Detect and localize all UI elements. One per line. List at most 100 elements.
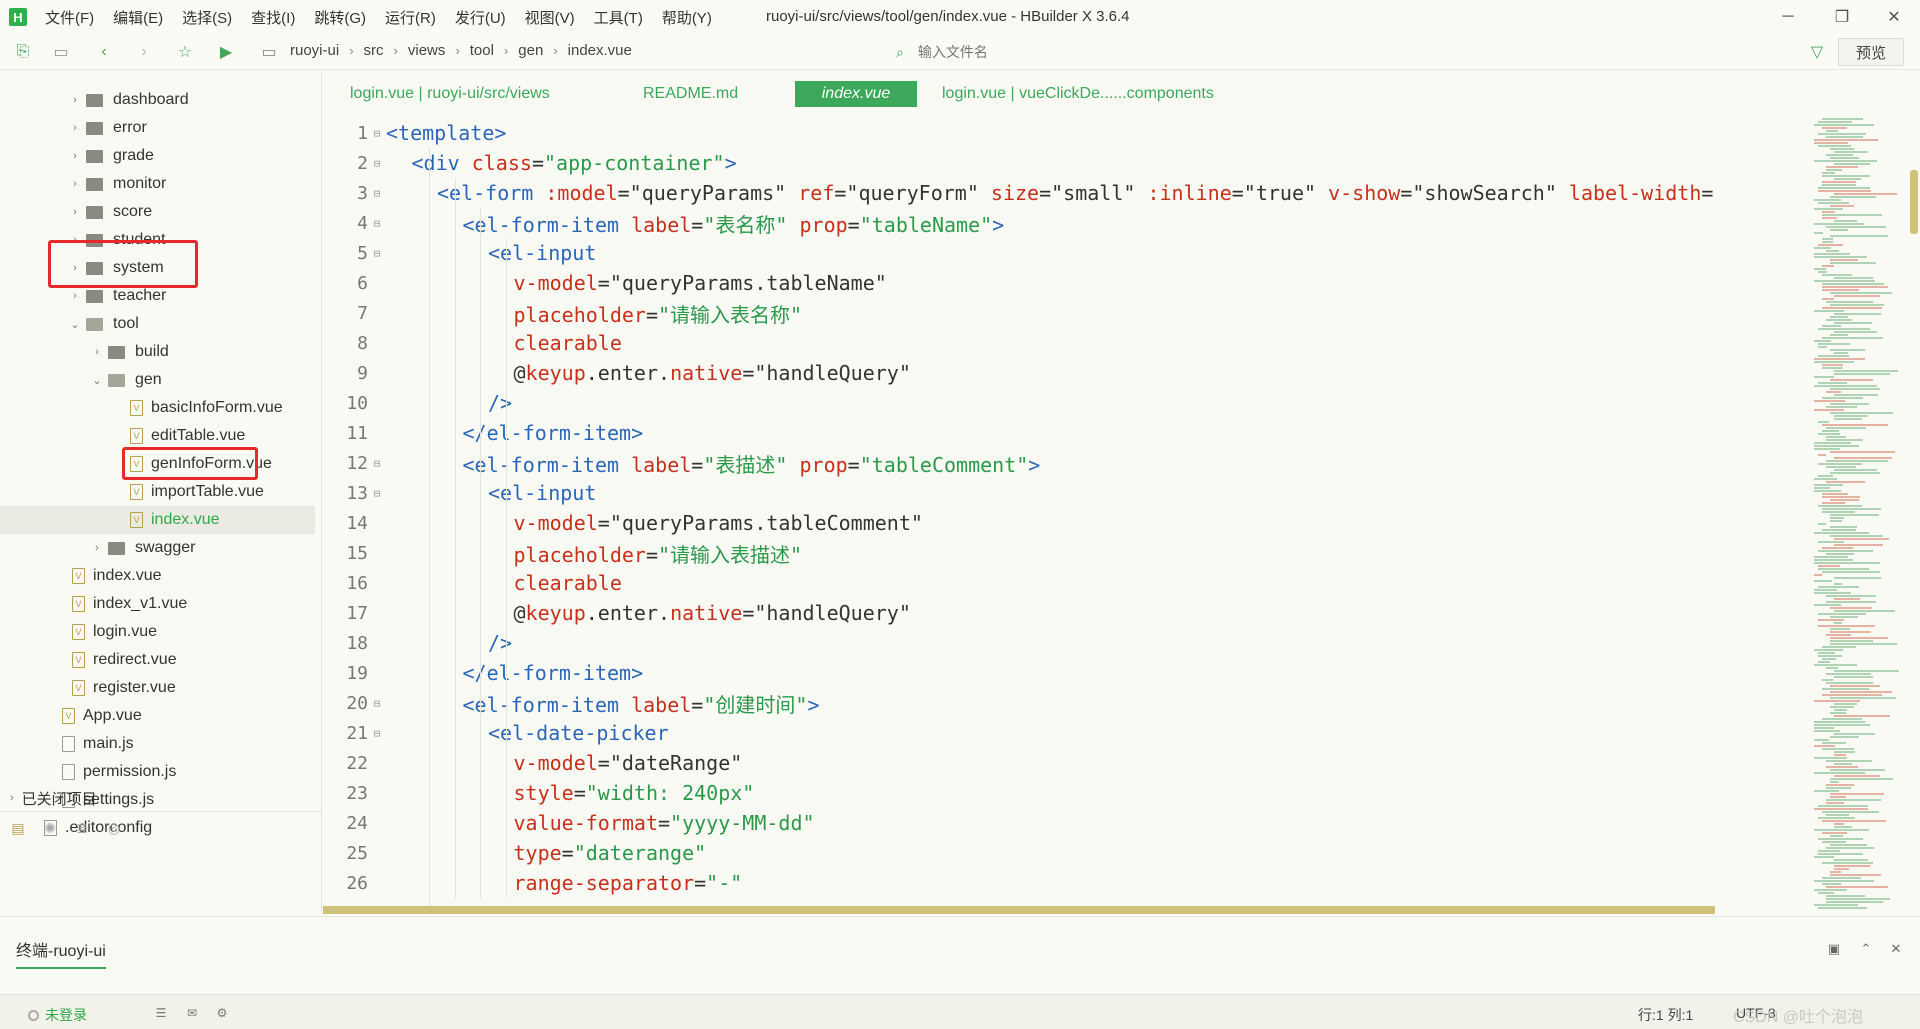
fold-icon[interactable]: ⊟ — [368, 697, 386, 710]
editor-tab[interactable]: README.md — [643, 81, 753, 107]
project-manager-icon[interactable]: ▤ — [8, 819, 28, 839]
chevron-right-icon[interactable]: › — [68, 122, 82, 134]
tree-folder[interactable]: › score — [0, 198, 315, 226]
menu-item[interactable]: 文件(F) — [45, 7, 94, 28]
settings-icon[interactable]: ⚙ — [213, 1005, 231, 1021]
terminal-new-icon[interactable]: ▣ — [1824, 939, 1844, 959]
run-icon[interactable]: ▶ — [215, 41, 237, 63]
chevron-right-icon[interactable]: › — [90, 346, 104, 358]
login-status[interactable]: 未登录 — [28, 1005, 87, 1025]
preview-button[interactable]: 预览 — [1838, 38, 1904, 66]
forward-arrow-icon[interactable]: › — [133, 41, 155, 63]
tree-folder[interactable]: › swagger — [0, 534, 315, 562]
minimap-line — [1822, 493, 1848, 495]
tree-folder[interactable]: ⌄ gen — [0, 366, 315, 394]
tree-file[interactable]: permission.js — [0, 758, 315, 786]
breadcrumb-item[interactable]: tool — [470, 42, 494, 59]
chevron-right-icon[interactable]: › — [68, 290, 82, 302]
filter-icon[interactable]: ▽ — [1806, 41, 1828, 63]
tree-file[interactable]: V App.vue — [0, 702, 315, 730]
chevron-right-icon[interactable]: › — [68, 178, 82, 190]
tree-file[interactable]: Vregister.vue — [0, 674, 315, 702]
tree-file[interactable]: VeditTable.vue — [0, 422, 315, 450]
list-icon[interactable]: ☰ — [152, 1005, 170, 1021]
close-panel-icon[interactable]: ✕ — [1886, 939, 1906, 959]
breadcrumb-item[interactable]: ruoyi-ui — [290, 42, 339, 59]
plugin-icon[interactable]: ◎ — [104, 819, 124, 839]
tree-file[interactable]: Vindex_v1.vue — [0, 590, 315, 618]
close-icon[interactable]: ✕ — [1874, 4, 1914, 30]
fold-icon[interactable]: ⊟ — [368, 487, 386, 500]
minimap[interactable] — [1808, 118, 1912, 912]
tree-file[interactable]: VbasicInfoForm.vue — [0, 394, 315, 422]
fold-icon[interactable]: ⊟ — [368, 457, 386, 470]
tree-folder[interactable]: › monitor — [0, 170, 315, 198]
chevron-right-icon[interactable]: › — [90, 542, 104, 554]
tree-folder[interactable]: › error — [0, 114, 315, 142]
chevron-right-icon[interactable]: › — [68, 150, 82, 162]
tree-file[interactable]: VimportTable.vue — [0, 478, 315, 506]
tree-folder[interactable]: › dashboard — [0, 86, 315, 114]
line-number: 19 — [346, 662, 368, 684]
fold-icon[interactable]: ⊟ — [368, 727, 386, 740]
vertical-scrollbar[interactable] — [1910, 170, 1918, 234]
tree-file[interactable]: Vindex.vue — [0, 506, 315, 534]
tree-file[interactable]: Vlogin.vue — [0, 618, 315, 646]
chevron-right-icon[interactable]: › — [68, 94, 82, 106]
minimize-icon[interactable]: ─ — [1768, 4, 1808, 30]
menu-item[interactable]: 发行(U) — [455, 7, 506, 28]
chevron-right-icon[interactable]: › — [68, 206, 82, 218]
breadcrumb-item[interactable]: index.vue — [568, 42, 632, 59]
fold-icon[interactable]: ⊟ — [368, 187, 386, 200]
menu-item[interactable]: 工具(T) — [594, 7, 643, 28]
chevron-right-icon: › — [393, 43, 398, 58]
breadcrumb-item[interactable]: gen — [518, 42, 543, 59]
new-file-icon[interactable]: ⎘ — [12, 41, 34, 63]
tree-folder[interactable]: ⌄ tool — [0, 310, 315, 338]
fold-icon[interactable]: ⊟ — [368, 247, 386, 260]
menu-item[interactable]: 选择(S) — [182, 7, 232, 28]
tree-folder[interactable]: › grade — [0, 142, 315, 170]
tree-folder[interactable]: › build — [0, 338, 315, 366]
indent-guide — [454, 178, 456, 898]
menu-item[interactable]: 视图(V) — [525, 7, 575, 28]
breadcrumb-item[interactable]: src — [364, 42, 384, 59]
message-icon[interactable]: ✉ — [183, 1005, 201, 1021]
tree-file[interactable]: main.js — [0, 730, 315, 758]
terminal-tab[interactable]: 终端-ruoyi-ui — [16, 937, 106, 969]
cursor-position[interactable]: 行:1 列:1 — [1638, 1005, 1693, 1025]
editor-tab[interactable]: login.vue | vueClickDe......components — [942, 81, 1282, 107]
menu-item[interactable]: 查找(I) — [251, 7, 295, 28]
editor-tab[interactable]: index.vue — [795, 81, 917, 107]
menu-item[interactable]: 运行(R) — [385, 7, 436, 28]
fold-icon[interactable]: ⊟ — [368, 157, 386, 170]
search-in-files-icon[interactable]: ≣ — [72, 819, 92, 839]
code-token: = — [847, 212, 860, 237]
code-text: style="width: 240px" — [386, 781, 755, 805]
menu-item[interactable]: 编辑(E) — [113, 7, 163, 28]
maximize-icon[interactable]: ❐ — [1822, 4, 1862, 30]
chevron-down-icon[interactable]: ⌄ — [90, 374, 104, 387]
code-text: /> — [386, 391, 512, 415]
tree-file[interactable]: Vredirect.vue — [0, 646, 315, 674]
menu-item[interactable]: 帮助(Y) — [662, 7, 712, 28]
chevron-up-icon[interactable]: ⌃ — [1856, 939, 1876, 959]
fold-icon[interactable]: ⊟ — [368, 127, 386, 140]
fold-icon[interactable]: ⊟ — [368, 217, 386, 230]
menu-item[interactable]: 跳转(G) — [314, 7, 366, 28]
editor-tab[interactable]: login.vue | ruoyi-ui/src/views — [350, 81, 610, 107]
breadcrumb-item[interactable]: views — [408, 42, 446, 59]
save-icon[interactable]: ▭ — [50, 41, 72, 63]
chevron-down-icon[interactable]: ⌄ — [68, 318, 82, 331]
code-editor[interactable]: 1 ⊟ <template> 2 ⊟ <div class="app-container"… — [323, 118, 1808, 912]
file-search-input[interactable] — [917, 44, 1718, 60]
code-token: <el-form-item — [462, 692, 632, 717]
closed-projects-section[interactable]: › 已关闭项目 — [0, 785, 322, 811]
debug-icon[interactable]: ✺ — [40, 819, 60, 839]
tree-file[interactable]: Vindex.vue — [0, 562, 315, 590]
minimap-line — [1830, 640, 1873, 642]
horizontal-scrollbar[interactable] — [323, 906, 1715, 914]
back-arrow-icon[interactable]: ‹ — [93, 41, 115, 63]
favorite-star-icon[interactable]: ☆ — [174, 41, 196, 63]
